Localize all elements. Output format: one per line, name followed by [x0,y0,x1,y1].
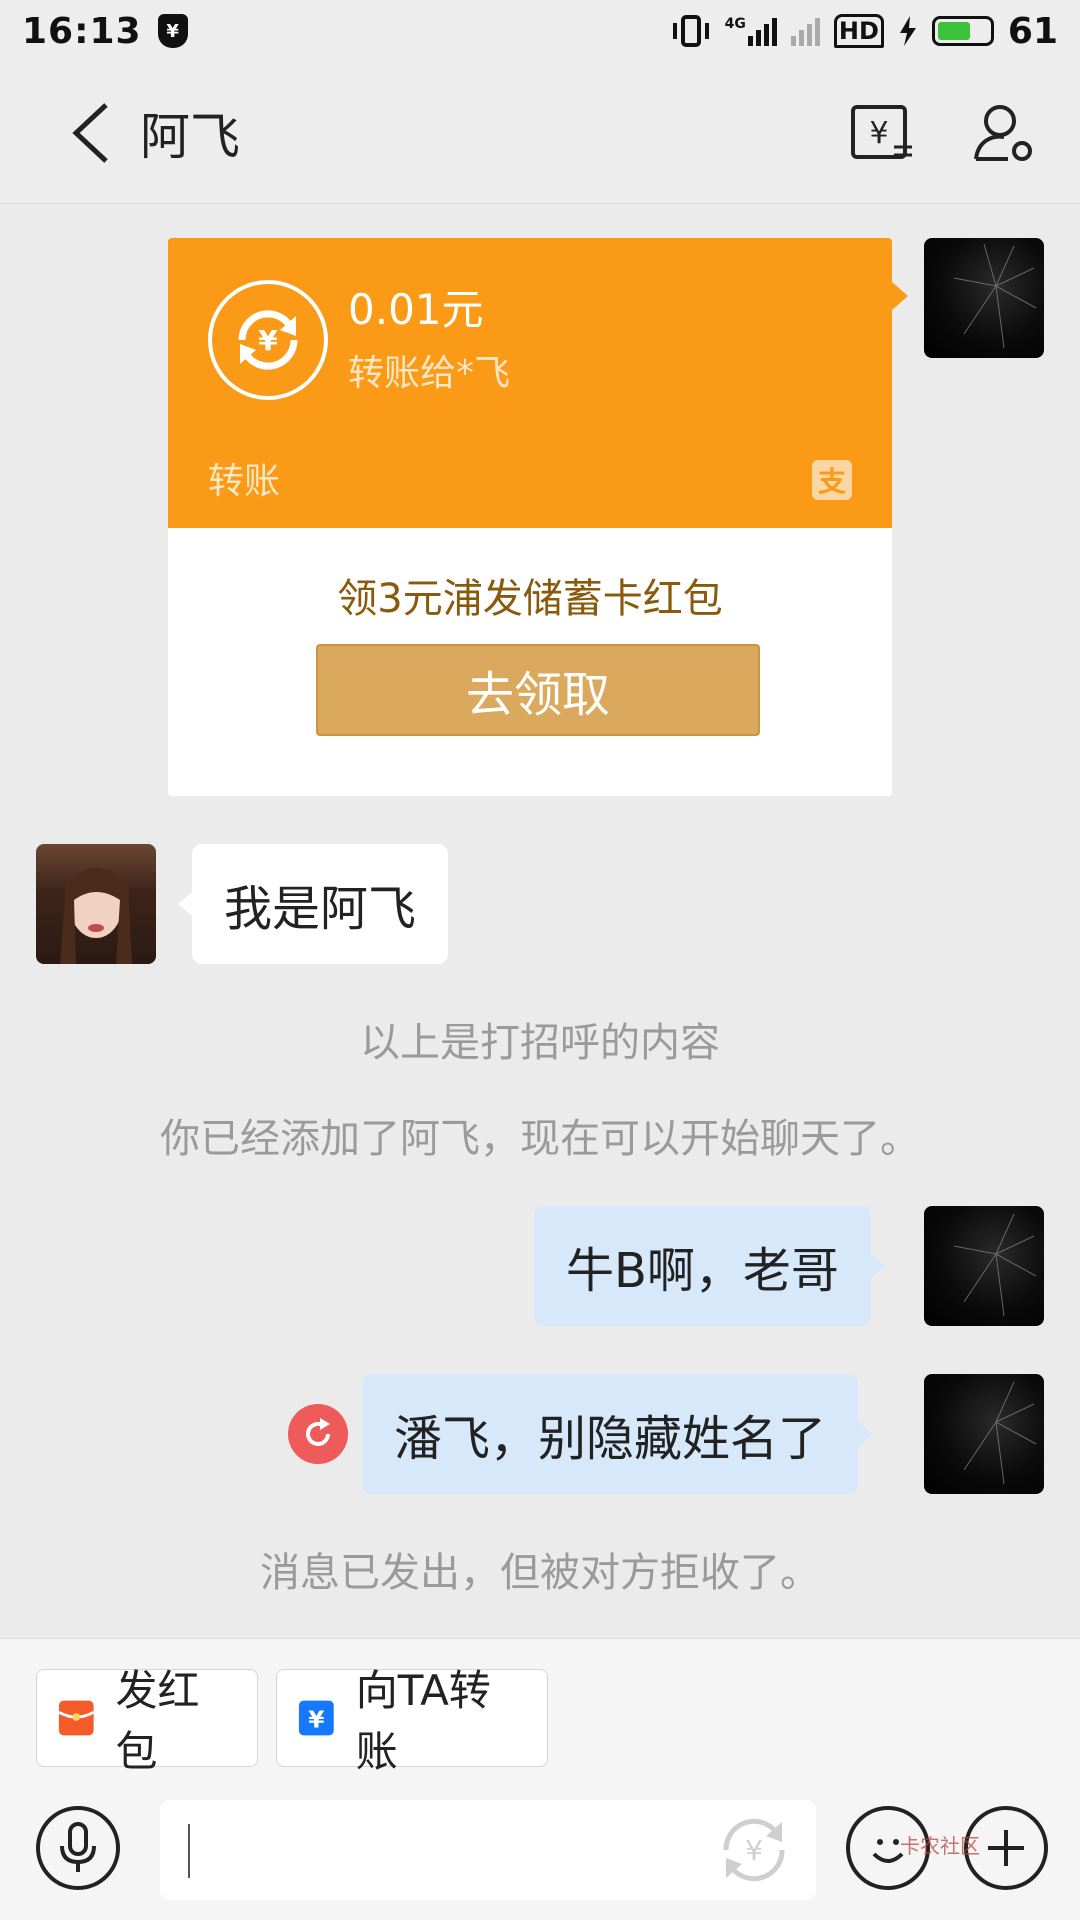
battery-icon [931,16,994,46]
transfer-circle-icon: ¥ [208,280,328,400]
signal-dim-icon [790,16,820,46]
svg-text:¥: ¥ [258,324,278,357]
sent-message-bubble[interactable]: 潘飞，别隐藏姓名了 [362,1374,859,1494]
back-button[interactable] [40,83,140,183]
sent-message-bubble[interactable]: 牛B啊，老哥 [534,1206,871,1326]
svg-text:¥: ¥ [308,1707,324,1734]
send-red-packet-button[interactable]: 发红包 [36,1666,258,1776]
signal-4g-icon: 4G [725,16,777,46]
transfer-yuan-icon: ¥ [851,104,912,159]
transfer-card[interactable]: ¥ 0.01元 转账给*飞 转账 支 领3元浦发储蓄卡红包 去领取 [168,238,908,796]
voice-button[interactable] [36,1806,120,1890]
microphone-icon [60,1822,96,1872]
claim-promo-button[interactable]: 去领取 [316,644,760,736]
red-packet-label: 发红包 [115,1666,200,1776]
hd-call-icon: HD [833,14,884,48]
system-message: 以上是打招呼的内容 [360,1020,720,1066]
battery-level: 61 [1007,10,1058,52]
red-packet-icon [58,1700,95,1736]
svg-text:¥: ¥ [745,1834,763,1867]
svg-text:¥: ¥ [869,116,888,151]
charging-icon [898,16,918,46]
vibrate-icon [671,13,711,49]
hd-label: HD [833,14,884,48]
transfer-header-button[interactable]: ¥ [846,97,918,169]
my-avatar[interactable] [924,238,1044,358]
transfer-recipient: 转账给*飞 [348,353,511,394]
back-icon [72,102,108,163]
transfer-amount: 0.01元 [348,285,484,334]
message-input[interactable]: ¥ [160,1800,816,1900]
transfer-to-contact-button[interactable]: ¥ 向TA转账 [276,1666,548,1776]
text-caret [188,1824,190,1878]
system-message: 你已经添加了阿飞，现在可以开始聊天了。 [160,1116,920,1162]
security-shield-icon: ¥ [157,14,188,48]
transfer-card-header: ¥ 0.01元 转账给*飞 转账 支 [168,238,908,528]
alipay-icon: 支 [812,460,852,500]
system-message: 消息已发出，但被对方拒收了。 [260,1550,820,1596]
plus-icon [988,1830,1024,1866]
status-time: 16:13 [22,10,142,52]
transfer-type-label: 转账 [208,461,281,502]
received-message-bubble[interactable]: 我是阿飞 [192,844,449,964]
contact-avatar[interactable] [36,844,156,964]
profile-settings-icon [974,104,1032,161]
chat-header: 阿飞 ¥ [0,62,1080,204]
promo-text: 领3元浦发储蓄卡红包 [337,576,723,622]
yuan-transfer-input-icon[interactable]: ¥ [716,1812,792,1888]
status-bar: 16:13 ¥ 4G HD 61 [0,0,1080,62]
my-avatar[interactable] [924,1206,1044,1326]
chat-title: 阿飞 [140,108,240,165]
retry-icon [306,1418,330,1446]
watermark-logo: 卡农社区 [900,1834,980,1858]
transfer-label: 向TA转账 [355,1666,491,1776]
network-label: 4G [724,16,746,32]
my-avatar[interactable] [924,1374,1044,1494]
transfer-icon: ¥ [298,1700,334,1736]
profile-button[interactable] [968,97,1040,169]
resend-button[interactable] [288,1404,348,1464]
quick-actions-bar: 发红包 ¥ 向TA转账 [0,1638,1080,1778]
